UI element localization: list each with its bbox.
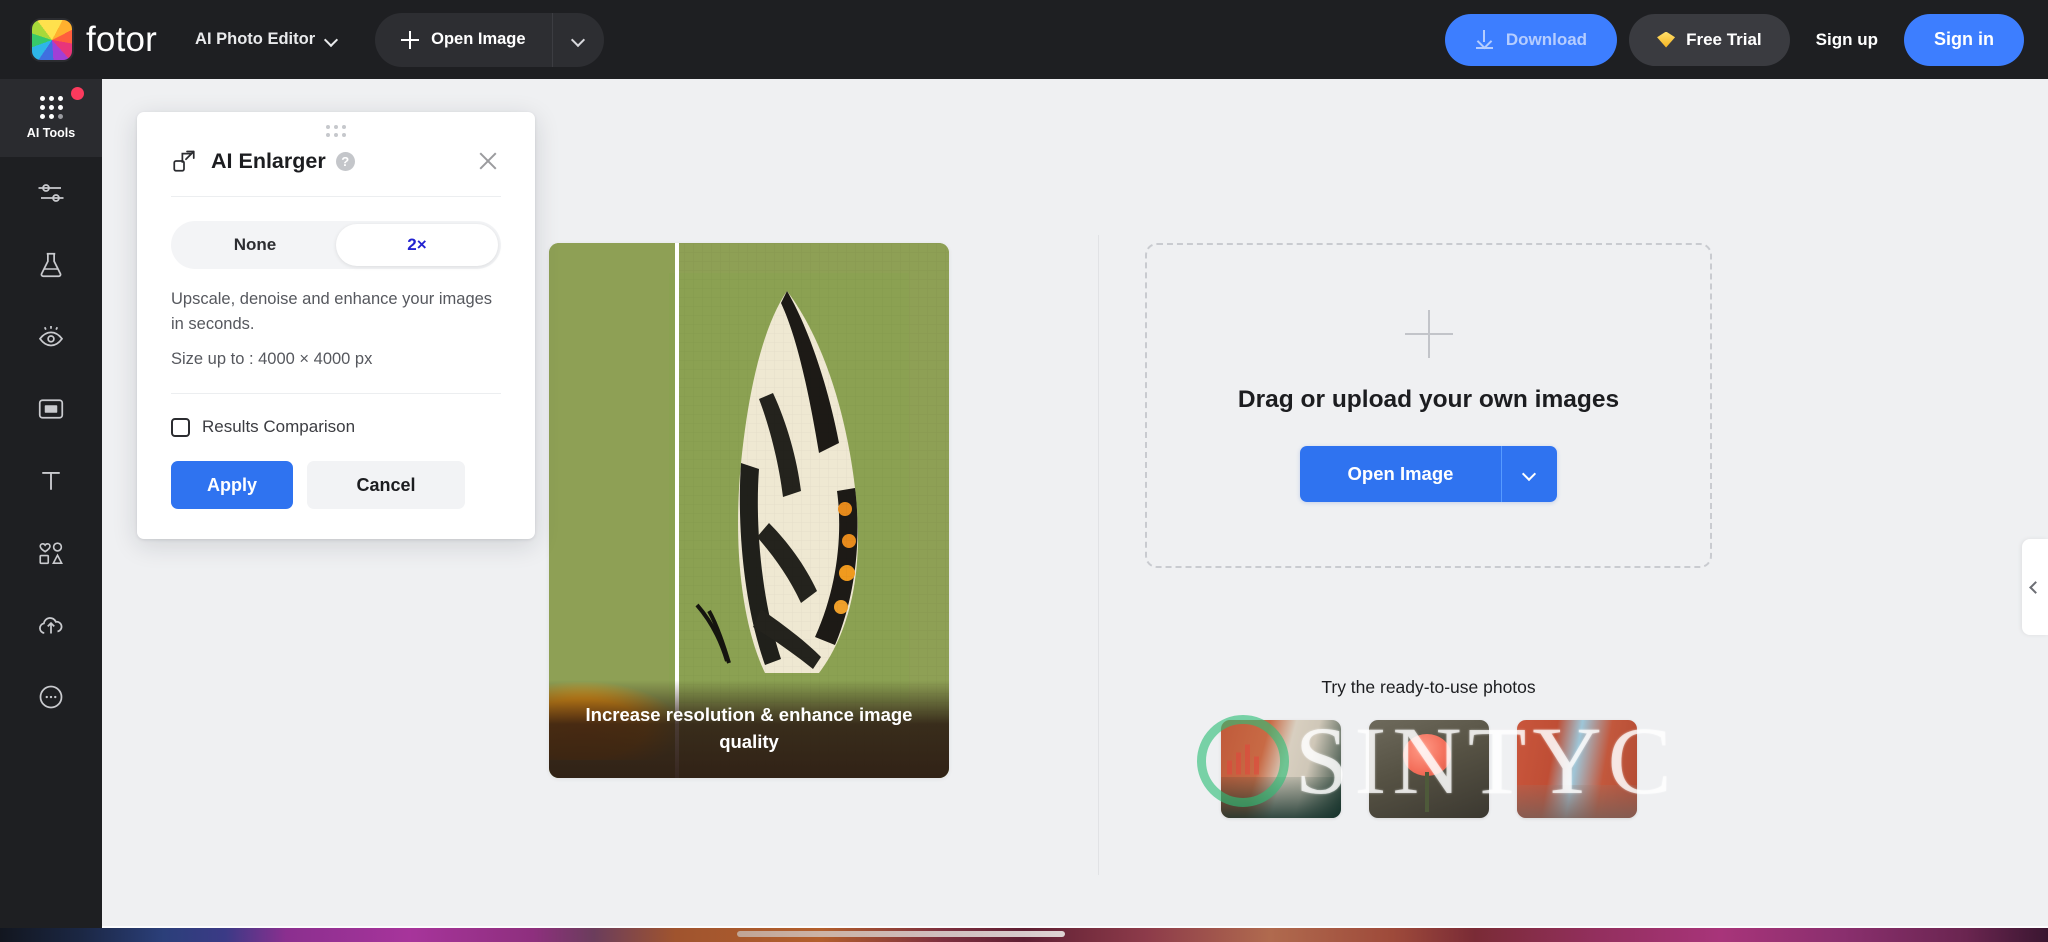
cloud-upload-icon: [36, 610, 66, 640]
dropzone-title: Drag or upload your own images: [1238, 386, 1619, 414]
panel-description: Upscale, denoise and enhance your images…: [171, 287, 501, 337]
results-comparison-checkbox-row[interactable]: Results Comparison: [171, 417, 501, 437]
brand-logo[interactable]: fotor: [30, 18, 157, 62]
brand-name: fotor: [86, 20, 157, 60]
panel-header: AI Enlarger ?: [171, 148, 501, 196]
panel-divider-bottom: [171, 393, 501, 394]
panel-collapse-handle[interactable]: [2022, 539, 2048, 635]
download-label: Download: [1506, 30, 1587, 50]
flask-beaker-icon: [36, 250, 66, 280]
panel-divider-top: [171, 196, 501, 197]
sidebar-item-effects[interactable]: [0, 229, 102, 301]
ai-enlarger-panel: AI Enlarger ? None 2× Upscale, denoise a…: [137, 112, 535, 539]
free-trial-button[interactable]: Free Trial: [1629, 14, 1790, 66]
help-question-icon[interactable]: ?: [336, 152, 355, 171]
sidebar-item-ai-tools[interactable]: AI Tools: [0, 79, 102, 157]
sidebar-item-retouch[interactable]: [0, 301, 102, 373]
image-dropzone[interactable]: Drag or upload your own images Open Imag…: [1145, 243, 1712, 568]
venice-canal-thumbnail[interactable]: [1221, 720, 1341, 818]
free-trial-label: Free Trial: [1686, 30, 1762, 50]
open-image-button[interactable]: Open Image: [375, 13, 551, 67]
scale-segmented-control[interactable]: None 2×: [171, 221, 501, 269]
ai-enlarger-expand-icon: [171, 148, 197, 174]
red-archway-thumbnail[interactable]: [1517, 720, 1637, 818]
scale-option-none[interactable]: None: [174, 224, 336, 266]
left-tool-rail: AI Tools: [0, 79, 102, 942]
eye-retouch-icon: [36, 322, 66, 352]
notification-badge-dot: [71, 87, 84, 100]
ready-photos-thumbnail-list: [1145, 720, 1712, 818]
ready-to-use-photos-section: Try the ready-to-use photos: [1145, 677, 1712, 818]
chevron-down-icon: [326, 34, 337, 45]
desktop-background-strip: [0, 928, 2048, 942]
close-x-icon[interactable]: [475, 148, 501, 174]
sidebar-item-more[interactable]: [0, 661, 102, 733]
product-menu-label: AI Photo Editor: [195, 30, 315, 49]
panel-title: AI Enlarger: [211, 149, 326, 174]
open-image-dropdown-toggle[interactable]: [552, 13, 604, 67]
rose-vase-thumbnail[interactable]: [1369, 720, 1489, 818]
top-navigation-bar: fotor AI Photo Editor Open Image Downloa…: [0, 0, 2048, 79]
sidebar-item-elements[interactable]: [0, 517, 102, 589]
text-tool-icon: [36, 466, 66, 496]
results-comparison-checkbox[interactable]: [171, 418, 190, 437]
sidebar-item-adjust[interactable]: [0, 157, 102, 229]
download-button[interactable]: Download: [1445, 14, 1617, 66]
panel-drag-handle[interactable]: [171, 112, 501, 138]
ready-photos-title: Try the ready-to-use photos: [1145, 677, 1712, 698]
drag-handle-dots-icon: [326, 125, 346, 137]
results-comparison-label: Results Comparison: [202, 417, 355, 437]
dropzone-open-image-group[interactable]: Open Image: [1300, 446, 1558, 502]
sidebar-item-text[interactable]: [0, 445, 102, 517]
panel-size-note: Size up to : 4000 × 4000 px: [171, 350, 501, 369]
plus-icon: [1405, 310, 1453, 358]
fotor-color-wheel-logo: [30, 18, 74, 62]
plus-icon: [401, 31, 419, 49]
scale-option-2x[interactable]: 2×: [336, 224, 498, 266]
download-icon: [1475, 30, 1494, 49]
panel-action-buttons: Apply Cancel: [171, 461, 501, 509]
sidebar-item-upload[interactable]: [0, 589, 102, 661]
before-after-preview-card[interactable]: Increase resolution & enhance image qual…: [549, 243, 949, 778]
sign-in-button[interactable]: Sign in: [1904, 14, 2024, 66]
apply-button[interactable]: Apply: [171, 461, 293, 509]
before-after-caption: Increase resolution & enhance image qual…: [549, 680, 949, 778]
more-ellipsis-icon: [36, 682, 66, 712]
open-image-button-group[interactable]: Open Image: [375, 13, 603, 67]
chevron-down-icon: [1524, 468, 1535, 479]
cancel-button[interactable]: Cancel: [307, 461, 465, 509]
fotor-app-window: fotor AI Photo Editor Open Image Downloa…: [0, 0, 2048, 942]
adjustments-sliders-icon: [36, 178, 66, 208]
elements-shapes-icon: [36, 538, 66, 568]
sign-up-button[interactable]: Sign up: [1802, 30, 1892, 50]
dropzone-open-image-dropdown[interactable]: [1501, 446, 1557, 502]
chevron-left-icon: [2029, 581, 2042, 594]
product-menu-dropdown[interactable]: AI Photo Editor: [195, 30, 337, 49]
vertical-divider: [1098, 235, 1099, 875]
open-image-label: Open Image: [431, 30, 525, 49]
grid-dots-icon: [40, 96, 63, 119]
sidebar-item-label: AI Tools: [27, 126, 75, 140]
sidebar-item-frame[interactable]: [0, 373, 102, 445]
frame-border-icon: [36, 394, 66, 424]
chevron-down-icon: [573, 34, 584, 45]
top-bar-actions: Download Free Trial Sign up Sign in: [1445, 14, 2024, 66]
diamond-gem-icon: [1657, 32, 1675, 48]
dropzone-open-image-button[interactable]: Open Image: [1300, 446, 1502, 502]
